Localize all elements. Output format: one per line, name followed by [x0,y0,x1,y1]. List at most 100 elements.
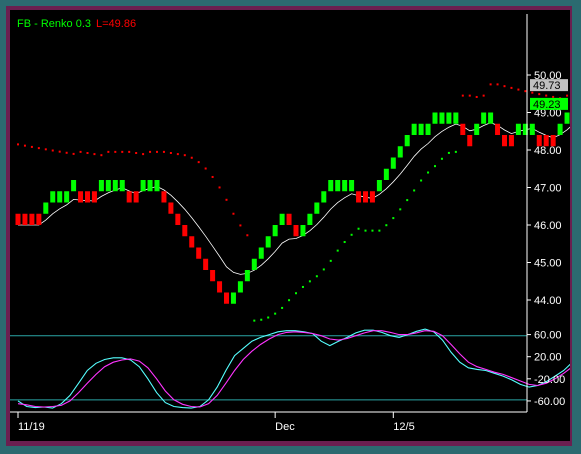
renko-brick-up [230,292,236,304]
osc-tick-label: -60.00 [534,396,565,408]
psar-dot [267,316,270,319]
renko-brick-up [272,225,278,237]
time-tick-label: 11/19 [18,421,45,433]
price-tick-label: 48.00 [534,145,562,157]
psar-dot [364,229,367,232]
renko-brick-up [50,191,56,203]
osc-tick-label: 20.00 [534,352,562,364]
psar-dot [114,150,117,153]
psar-dot [392,217,395,220]
psar-dot [135,152,138,154]
price-tick-label: 47.00 [534,183,562,195]
renko-brick-up [425,123,431,135]
psar-dot [79,150,82,153]
renko-brick-up [57,191,63,203]
psar-dot [440,157,443,160]
renko-brick-up [335,180,341,192]
psar-dot [315,275,318,278]
psar-dot [475,95,478,98]
psar-dot [246,234,249,237]
renko-brick-up [376,180,382,192]
psar-dot [142,153,145,156]
psar-dot [482,94,485,97]
renko-brick-down [467,135,473,147]
psar-dot [204,167,207,170]
psar-dot [162,150,165,153]
psar-dot [301,285,304,288]
title-separator: - [31,18,41,30]
renko-brick-down [182,225,188,237]
renko-brick-down [356,191,362,203]
time-tick-label: 12/5 [393,421,414,433]
renko-brick-up [446,112,452,124]
psar-dot [329,259,332,262]
renko-brick-down [133,191,139,203]
oscillator-fast-line [17,328,570,409]
renko-brick-up [488,112,494,124]
renko-brick-up [105,180,111,192]
renko-brick-down [22,213,28,225]
renko-brick-up [439,112,445,124]
renko-brick-down [161,191,167,203]
renko-brick-down [78,191,84,203]
renko-brick-up [481,112,487,124]
psar-dot [496,83,499,86]
psar-dot [86,152,89,154]
chart-title: FB - Renko 0.3 L=49.86 [17,18,136,30]
renko-brick-up [140,180,146,192]
renko-brick-up [314,202,320,214]
renko-brick-up [383,168,389,180]
renko-brick-up [529,123,535,135]
psar-dot [149,150,152,153]
psar-dot [295,292,297,295]
psar-dot [336,249,339,252]
psar-dot [239,224,242,227]
renko-brick-down [15,213,21,225]
renko-brick-down [293,225,299,237]
moving-average-line [18,122,570,275]
renko-brick-down [286,213,292,225]
renko-brick-up [258,247,264,259]
psar-dot [121,150,124,153]
title-symbol: FB [17,18,31,30]
psar-dot [176,153,179,156]
renko-brick-up [432,112,438,124]
renko-brick-up [265,236,271,248]
renko-brick-down [29,213,35,225]
renko-brick-up [64,191,70,203]
renko-brick-up [328,180,334,192]
renko-brick-down [168,202,174,214]
renko-brick-up [474,123,480,135]
renko-brick-down [91,191,97,203]
renko-brick-up [251,258,257,270]
psar-dot [434,165,436,168]
psar-dot [552,95,555,98]
psar-dot [399,208,402,211]
psar-dot [93,153,96,156]
renko-brick-down [189,236,195,248]
renko-brick-up [397,146,403,158]
psar-dot [413,189,416,192]
renko-brick-up [515,123,521,135]
renko-brick-up [71,180,77,192]
psar-dot [308,280,311,283]
renko-brick-down [495,123,501,135]
psar-dot [225,198,228,201]
price-tick-label: 44.00 [534,295,562,307]
renko-brick-down [126,191,132,203]
psar-dot [72,152,75,155]
renko-brick-down [363,191,368,203]
psar-dot [350,233,353,236]
renko-brick-up [147,180,153,192]
renko-brick-down [224,292,229,304]
osc-tick-label: -20.00 [534,374,565,386]
psar-dot [322,268,325,271]
renko-brick-up [279,213,285,225]
psar-dot [253,319,256,322]
psar-dot [427,171,430,174]
psar-dot [183,154,186,157]
title-chart-type: Renko 0.3 [41,18,91,30]
renko-brick-down [502,135,507,147]
renko-brick-up [349,180,355,192]
renko-brick-down [203,258,209,270]
